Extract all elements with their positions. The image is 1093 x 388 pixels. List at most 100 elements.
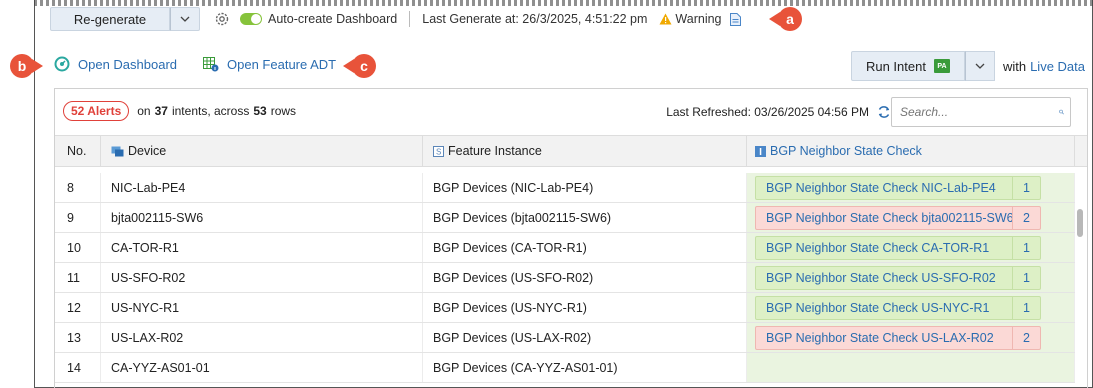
row-number: 12	[55, 293, 101, 322]
svg-text:S: S	[436, 147, 441, 156]
pa-badge-icon: PA	[933, 59, 950, 73]
check-count: 1	[1012, 176, 1040, 199]
table-row[interactable]: 14 CA-YYZ-AS01-01 BGP Devices (CA-YYZ-AS01…	[55, 353, 1075, 383]
check-count: 1	[1012, 236, 1040, 259]
row-number: 11	[55, 263, 101, 292]
scrollbar-thumb[interactable]	[1077, 209, 1083, 237]
feature-instance-cell: BGP Devices (NIC-Lab-PE4)	[423, 173, 747, 202]
rows-text: rows	[270, 104, 297, 118]
warning-icon	[659, 13, 672, 25]
last-refreshed-text: Last Refreshed: 03/26/2025 04:56 PM	[666, 105, 869, 119]
gear-icon[interactable]	[214, 11, 230, 27]
refresh-icon[interactable]	[877, 105, 891, 119]
device-cell: NIC-Lab-PE4	[101, 173, 423, 202]
bgp-check-cell: BGP Neighbor State Check US-SFO-R02 1	[747, 263, 1075, 292]
feature-instance-cell: BGP Devices (CA-YYZ-AS01-01)	[423, 353, 747, 382]
table-row[interactable]: 11 US-SFO-R02 BGP Devices (US-SFO-R02) BGP …	[55, 263, 1075, 293]
column-header-bgp-check[interactable]: BGP Neighbor State Check	[747, 136, 1075, 166]
column-header-feature-instance[interactable]: S Feature Instance	[423, 136, 747, 166]
bgp-check-cell	[747, 353, 1075, 382]
bgp-check-cell: BGP Neighbor State Check CA-TOR-R1 1	[747, 233, 1075, 262]
with-label: with	[1002, 58, 1027, 74]
feature-instance-cell: BGP Devices (bjta002115-SW6)	[423, 203, 747, 232]
row-number: 14	[55, 353, 101, 382]
bgp-header-label: BGP Neighbor State Check	[770, 144, 922, 158]
auto-create-label: Auto-create Dashboard	[268, 12, 398, 26]
regenerate-button[interactable]: Re-generate	[50, 7, 170, 31]
bgp-check-cell: BGP Neighbor State Check NIC-Lab-PE4 1	[747, 173, 1075, 202]
run-intent-group: Run Intent PA with Live Data	[850, 51, 1085, 81]
check-result-chip[interactable]: BGP Neighbor State Check NIC-Lab-PE4 1	[755, 175, 1041, 200]
feature-instance-cell: BGP Devices (US-LAX-R02)	[423, 323, 747, 352]
row-number: 9	[55, 203, 101, 232]
run-intent-dropdown-button[interactable]	[964, 51, 995, 81]
table-header: No. Device S Feature Instance BGP Neighb…	[55, 135, 1087, 167]
run-intent-button[interactable]: Run Intent PA	[850, 51, 965, 81]
table-row[interactable]: 12 US-NYC-R1 BGP Devices (US-NYC-R1) BGP Ne…	[55, 293, 1075, 323]
check-name: BGP Neighbor State Check bjta002115-SW6	[766, 210, 1012, 225]
table-row[interactable]: 10 CA-TOR-R1 BGP Devices (CA-TOR-R1) BGP Ne…	[55, 233, 1075, 263]
table-row[interactable]: 13 US-LAX-R02 BGP Devices (US-LAX-R02) BGP …	[55, 323, 1075, 353]
check-result-chip[interactable]: BGP Neighbor State Check US-LAX-R02 2	[755, 325, 1041, 350]
check-count: 1	[1012, 266, 1040, 289]
check-name: BGP Neighbor State Check US-NYC-R1	[766, 300, 990, 315]
row-number: 13	[55, 323, 101, 352]
results-panel: 52 Alerts on 37 intents, across 53 rows …	[54, 88, 1088, 388]
device-cell: US-LAX-R02	[101, 323, 423, 352]
device-cell: US-SFO-R02	[101, 263, 423, 292]
check-name: BGP Neighbor State Check NIC-Lab-PE4	[766, 180, 996, 195]
row-number: 8	[55, 173, 101, 202]
check-result-chip[interactable]: BGP Neighbor State Check US-NYC-R1 1	[755, 295, 1041, 320]
feature-header-label: Feature Instance	[448, 144, 542, 158]
last-generate-text: Last Generate at: 26/3/2025, 4:51:22 pm	[422, 12, 648, 26]
device-cell: CA-TOR-R1	[101, 233, 423, 262]
dashboard-icon	[54, 56, 70, 72]
search-icon[interactable]	[1059, 104, 1064, 120]
bgp-check-cell: BGP Neighbor State Check US-NYC-R1 1	[747, 293, 1075, 322]
feature-instance-cell: BGP Devices (CA-TOR-R1)	[423, 233, 747, 262]
alerts-summary: 52 Alerts on 37 intents, across 53 rows	[63, 101, 296, 121]
chevron-down-icon	[180, 16, 190, 22]
check-result-chip[interactable]: BGP Neighbor State Check bjta002115-SW6 2	[755, 205, 1041, 230]
regenerate-dropdown-button[interactable]	[170, 7, 200, 31]
table-row[interactable]: 9 bjta002115-SW6 BGP Devices (bjta002115-S…	[55, 203, 1075, 233]
check-name: BGP Neighbor State Check US-LAX-R02	[766, 330, 994, 345]
column-header-no[interactable]: No.	[55, 136, 101, 166]
callout-a: a	[769, 7, 802, 31]
callout-c: c	[343, 54, 376, 78]
bgp-check-cell: BGP Neighbor State Check US-LAX-R02 2	[747, 323, 1075, 352]
open-feature-adt-link[interactable]: Open Feature ADT	[227, 57, 336, 72]
table-row[interactable]: 8 NIC-Lab-PE4 BGP Devices (NIC-Lab-PE4) BGP…	[55, 173, 1075, 203]
feature-instance-icon: S	[433, 145, 444, 157]
warning-label[interactable]: Warning	[675, 12, 721, 26]
device-cell: CA-YYZ-AS01-01	[101, 353, 423, 382]
device-icon	[111, 146, 124, 156]
toolbar-divider	[409, 11, 411, 27]
column-header-device[interactable]: Device	[101, 136, 423, 166]
alerts-count-badge[interactable]: 52 Alerts	[63, 101, 130, 121]
live-data-link[interactable]: Live Data	[1030, 59, 1085, 74]
intents-text: intents, across	[171, 104, 250, 118]
rows-count: 53	[253, 104, 267, 118]
check-result-chip[interactable]: BGP Neighbor State Check US-SFO-R02 1	[755, 265, 1041, 290]
check-name: BGP Neighbor State Check CA-TOR-R1	[766, 240, 990, 255]
auto-create-toggle[interactable]	[240, 13, 262, 25]
device-header-label: Device	[128, 144, 167, 158]
top-toolbar: Re-generate Auto-create Dashboard Last G…	[50, 7, 741, 31]
action-links: Open Dashboard Open Feature ADT	[54, 56, 336, 72]
feature-instance-cell: BGP Devices (US-SFO-R02)	[423, 263, 747, 292]
search-box	[891, 97, 1071, 127]
intents-count: 37	[154, 104, 168, 118]
info-badge-icon	[755, 145, 766, 157]
run-intent-label: Run Intent	[865, 58, 926, 74]
torn-edge	[34, 0, 1093, 6]
open-dashboard-link[interactable]: Open Dashboard	[78, 57, 177, 72]
bgp-check-cell: BGP Neighbor State Check bjta002115-SW6 2	[747, 203, 1075, 232]
check-name: BGP Neighbor State Check US-SFO-R02	[766, 270, 996, 285]
report-document-icon[interactable]	[729, 12, 741, 26]
check-count: 1	[1012, 296, 1040, 319]
check-result-chip[interactable]: BGP Neighbor State Check CA-TOR-R1 1	[755, 235, 1041, 260]
summary-on-text: on	[137, 104, 151, 118]
callout-b: b	[10, 54, 43, 78]
search-input[interactable]	[898, 104, 1059, 120]
